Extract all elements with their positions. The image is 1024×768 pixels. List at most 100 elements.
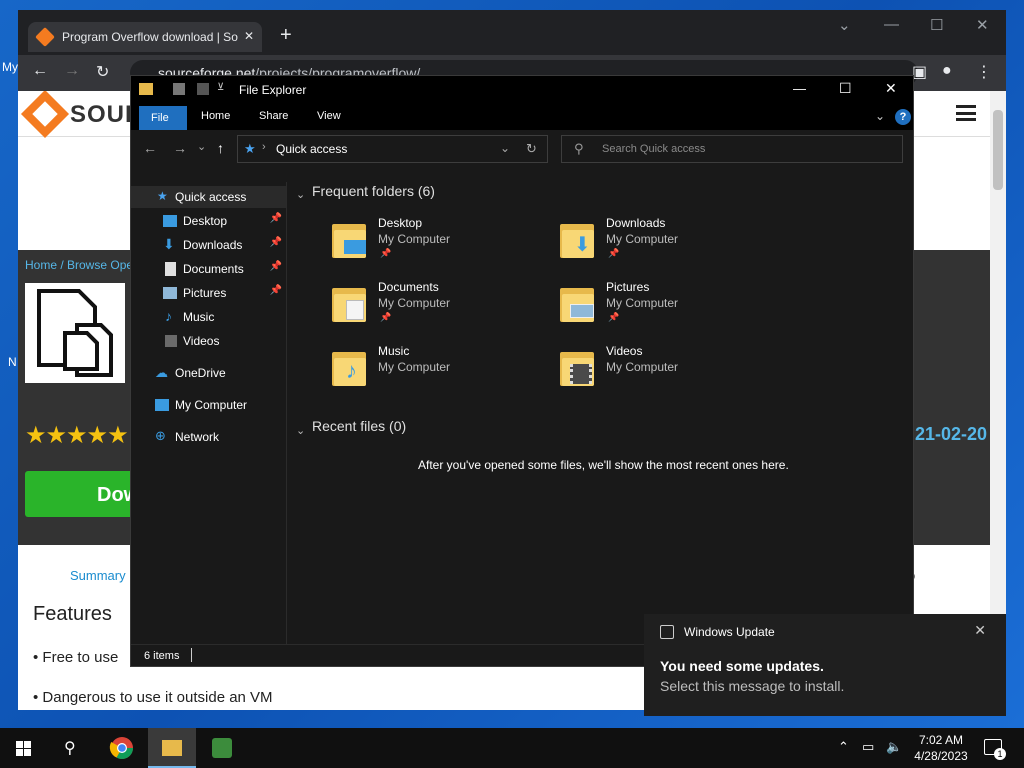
windows-update-icon — [660, 625, 674, 639]
recent-locations-icon[interactable]: ⌄ — [197, 140, 206, 153]
scrollbar-thumb[interactable] — [993, 110, 1003, 190]
close-tab-icon[interactable]: ✕ — [244, 29, 254, 43]
pin-icon[interactable]: 📌 — [270, 261, 282, 272]
sidebar-item-onedrive[interactable]: ☁ OneDrive — [131, 362, 286, 384]
notification-heading: You need some updates. — [660, 658, 824, 674]
folder-tile-desktop[interactable]: Desktop My Computer 📌 — [332, 216, 532, 272]
notification-body: Select this message to install. — [660, 678, 845, 694]
notification-toast[interactable]: Windows Update ✕ You need some updates. … — [644, 614, 1006, 716]
new-folder-icon[interactable] — [197, 83, 209, 95]
maximize-icon[interactable]: ☐ — [930, 16, 943, 34]
sidebar-item-label: Pictures — [183, 286, 227, 300]
navigation-pane: ★ Quick access Desktop 📌 ⬇ Downloads 📌 D… — [131, 182, 287, 644]
minimize-icon[interactable]: — — [884, 16, 899, 33]
desktop-icon — [163, 215, 177, 227]
clock[interactable]: 7:02 AM 4/28/2023 — [912, 732, 970, 764]
minimize-icon[interactable]: — — [793, 81, 806, 96]
forward-arrow-icon[interactable]: → — [173, 140, 187, 156]
last-update-date: 21-02-20 — [915, 424, 988, 444]
profile-icon[interactable]: ● — [942, 62, 952, 80]
search-input[interactable]: ⚲ Search Quick access — [561, 135, 903, 163]
new-tab-button[interactable]: + — [280, 24, 292, 47]
sidebar-item-pictures[interactable]: Pictures 📌 — [131, 282, 286, 304]
title-bar[interactable]: ⊻ File Explorer — ☐ ✕ — [131, 76, 913, 104]
pin-icon: 📌 — [380, 248, 392, 258]
music-folder-icon: ♪ — [332, 346, 366, 386]
desktop-icon-label[interactable]: N — [8, 355, 17, 369]
sidebar-item-network[interactable]: ⊕ Network — [131, 426, 286, 448]
ribbon-tab-home[interactable]: Home — [201, 110, 230, 122]
maximize-icon[interactable]: ☐ — [839, 80, 852, 97]
recent-files-heading[interactable]: Recent files (0) — [312, 418, 406, 434]
sidebar-item-documents[interactable]: Documents 📌 — [131, 258, 286, 280]
folder-tile-documents[interactable]: Documents My Computer 📌 — [332, 280, 532, 336]
folder-tile-music[interactable]: ♪ Music My Computer — [332, 344, 532, 400]
refresh-icon[interactable]: ↻ — [526, 141, 537, 157]
feature-item: • Dangerous to use it outside an VM — [33, 689, 273, 706]
expand-ribbon-icon[interactable]: ⌄ — [875, 109, 885, 123]
desktop-icon-label[interactable]: My — [2, 60, 18, 74]
taskbar-chrome[interactable] — [98, 728, 146, 768]
folder-icon — [139, 83, 153, 95]
time: 7:02 AM — [918, 733, 964, 747]
start-button[interactable] — [0, 728, 48, 768]
back-arrow-icon[interactable]: ← — [32, 62, 48, 80]
ribbon-tab-share[interactable]: Share — [259, 110, 288, 122]
hamburger-menu-icon[interactable] — [956, 105, 976, 121]
pictures-folder-icon — [560, 282, 594, 322]
more-menu-icon[interactable]: ⋮ — [976, 62, 992, 82]
close-window-icon[interactable]: ✕ — [976, 16, 989, 34]
customize-qat-icon[interactable]: ⊻ — [217, 82, 224, 93]
forward-arrow-icon[interactable]: → — [64, 62, 80, 80]
folder-tile-downloads[interactable]: ⬇ Downloads My Computer 📌 — [560, 216, 760, 272]
ribbon-tab-view[interactable]: View — [317, 110, 341, 122]
address-dropdown-icon[interactable]: ⌄ — [500, 141, 510, 155]
breadcrumb[interactable]: Home / Browse Ope — [25, 258, 133, 272]
properties-icon[interactable] — [173, 83, 185, 95]
search-button[interactable]: ⚲ — [48, 728, 96, 768]
collapse-chevron-icon[interactable]: ⌄ — [296, 424, 305, 437]
chevron-down-icon[interactable]: ⌄ — [838, 16, 851, 34]
volume-icon[interactable]: 🔈 — [886, 739, 902, 755]
chevron-right-icon[interactable]: › — [262, 141, 266, 153]
star-icon: ★ — [244, 141, 256, 156]
collapse-chevron-icon[interactable]: ⌄ — [296, 188, 305, 201]
pin-icon[interactable]: 📌 — [270, 213, 282, 224]
taskbar-app[interactable] — [198, 728, 246, 768]
sidebar-item-music[interactable]: ♪ Music — [131, 306, 286, 328]
sidebar-item-my-computer[interactable]: My Computer — [131, 394, 286, 416]
folder-location: My Computer — [606, 296, 679, 310]
folder-tile-videos[interactable]: Videos My Computer — [560, 344, 760, 400]
picture-icon — [163, 287, 177, 299]
frequent-folders-heading[interactable]: Frequent folders (6) — [312, 183, 435, 199]
address-bar[interactable]: ★ › Quick access ⌄ ↻ — [237, 135, 548, 163]
folder-tile-pictures[interactable]: Pictures My Computer 📌 — [560, 280, 760, 336]
extensions-icon[interactable]: ▣ — [912, 62, 927, 82]
browser-tab[interactable]: Program Overflow download | So ✕ — [28, 22, 262, 52]
folder-icon — [162, 740, 182, 756]
pin-icon[interactable]: 📌 — [270, 285, 282, 296]
taskbar-file-explorer[interactable] — [148, 728, 196, 768]
ribbon-tab-file[interactable]: File — [139, 106, 187, 130]
taskbar: ⚲ ⌃ ▭ 🔈 7:02 AM 4/28/2023 1 — [0, 728, 1024, 768]
close-notification-icon[interactable]: ✕ — [974, 622, 986, 639]
show-hidden-icons[interactable]: ⌃ — [838, 739, 849, 755]
tab-summary[interactable]: Summary — [70, 568, 126, 583]
folder-name: Pictures — [606, 280, 650, 294]
download-icon: ⬇ — [163, 236, 175, 252]
network-icon[interactable]: ▭ — [862, 739, 874, 755]
back-arrow-icon[interactable]: ← — [143, 140, 157, 156]
close-window-icon[interactable]: ✕ — [885, 80, 897, 97]
sidebar-item-downloads[interactable]: ⬇ Downloads 📌 — [131, 234, 286, 256]
search-icon: ⚲ — [64, 740, 76, 757]
video-icon — [165, 335, 177, 347]
sidebar-item-quick-access[interactable]: ★ Quick access — [131, 186, 286, 208]
up-arrow-icon[interactable]: ↑ — [217, 140, 224, 156]
pin-icon[interactable]: 📌 — [270, 237, 282, 248]
sidebar-item-videos[interactable]: Videos — [131, 330, 286, 352]
sidebar-item-label: Documents — [183, 262, 244, 276]
folder-name: Downloads — [606, 216, 666, 230]
sidebar-item-desktop[interactable]: Desktop 📌 — [131, 210, 286, 232]
help-icon[interactable]: ? — [895, 109, 911, 125]
reload-icon[interactable]: ↻ — [96, 62, 109, 82]
